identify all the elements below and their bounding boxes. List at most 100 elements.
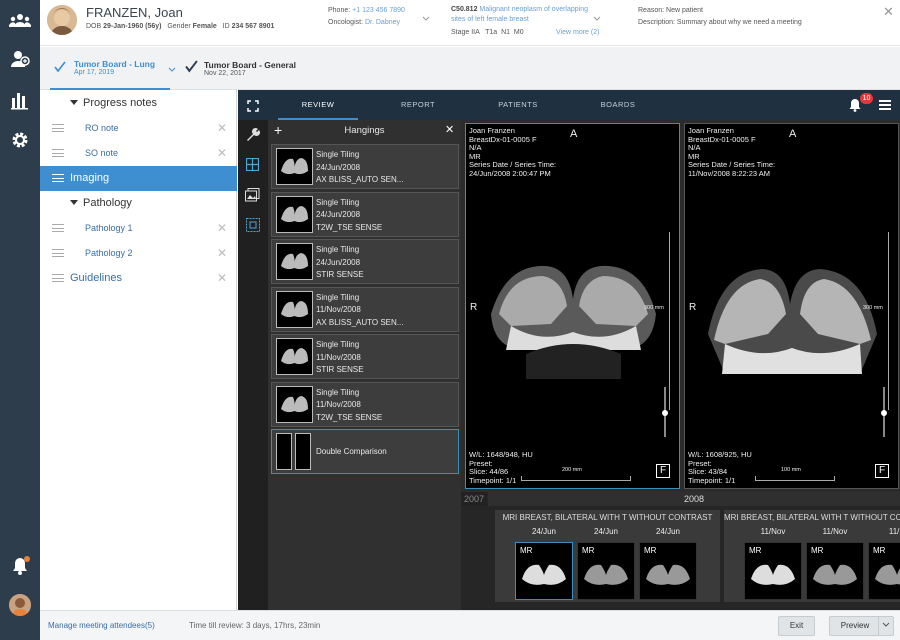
sidebar-item-imaging[interactable]: Imaging [40, 166, 237, 191]
user-avatar[interactable] [9, 594, 31, 616]
sidebar-item-ro-note[interactable]: RO note ✕ [40, 116, 237, 141]
hanging-item[interactable]: Double Comparison [271, 429, 459, 474]
scale-label-h: 100 mm [781, 467, 801, 473]
chart-icon[interactable] [9, 89, 31, 111]
tab-boards[interactable]: BOARDS [578, 90, 658, 120]
sidebar-item-progress-notes[interactable]: Progress notes [40, 91, 237, 116]
users-icon[interactable] [9, 48, 31, 70]
series-thumbnail[interactable]: MR [577, 542, 635, 600]
sidebar-item-pathology-2[interactable]: Pathology 2 ✕ [40, 241, 237, 266]
series-date: 11/Nov [822, 527, 848, 536]
hanging-item[interactable]: Single Tiling 24/Jun/2008 T2W_TSE SENSE [271, 191, 459, 237]
sidebar-item-so-note[interactable]: SO note ✕ [40, 141, 237, 166]
tab-review[interactable]: REVIEW [278, 90, 358, 120]
description-value: Summary about why we need a meeting [676, 19, 802, 26]
viewport-1[interactable]: Joan Franzen BreastDx-01-0005 F N/A MR S… [465, 123, 680, 489]
drag-handle-icon[interactable] [52, 124, 64, 132]
chevron-down-icon[interactable] [593, 9, 601, 27]
board-tab-lung[interactable]: Tumor Board - Lung Apr 17, 2019 [50, 47, 176, 90]
chevron-down-icon[interactable] [168, 60, 176, 78]
menu-icon[interactable] [879, 100, 891, 110]
tab-patients[interactable]: PATIENTS [478, 90, 558, 120]
close-icon[interactable]: ✕ [883, 4, 894, 20]
series-thumbnail[interactable]: MR [806, 542, 864, 600]
drag-handle-icon[interactable] [52, 249, 64, 257]
chevron-down-icon[interactable] [422, 9, 430, 21]
sidebar-item-guidelines[interactable]: Guidelines ✕ [40, 266, 237, 291]
vertical-scale [665, 232, 670, 410]
notification-badge: 10 [860, 93, 873, 104]
hanging-text: Single Tiling 24/Jun/2008 T2W_TSE SENSE [316, 197, 382, 235]
patient-name: FRANZEN, Joan [86, 5, 183, 20]
drag-handle-icon[interactable] [52, 174, 64, 182]
slice-slider[interactable] [881, 387, 887, 437]
series-date: 24/Jun [531, 527, 557, 536]
hanging-item[interactable]: Single Tiling 11/Nov/2008 T2W_TSE SENSE [271, 381, 459, 427]
hanging-item[interactable]: Single Tiling 11/Nov/2008 AX BLISS_AUTO SE… [271, 286, 459, 332]
tab-report[interactable]: REPORT [378, 90, 458, 120]
hanging-item[interactable]: Single Tiling 24/Jun/2008 STIR SENSE [271, 239, 459, 284]
close-icon[interactable]: ✕ [217, 271, 227, 285]
drag-handle-icon[interactable] [52, 149, 64, 157]
series-thumbnail[interactable]: MR [868, 542, 900, 600]
phone-link[interactable]: +1 123 456 7890 [352, 7, 405, 14]
gear-icon[interactable] [9, 129, 31, 151]
timeline-year[interactable]: 2007 [461, 492, 487, 506]
hanging-item[interactable]: Single Tiling 24/Jun/2008 AX BLISS_AUTO SE… [271, 144, 459, 189]
board-tab-general[interactable]: Tumor Board - General Nov 22, 2017 [185, 47, 315, 90]
orientation-corner: F [875, 464, 889, 478]
scale-label-h: 200 mm [562, 467, 582, 473]
close-icon[interactable]: ✕ [217, 221, 227, 235]
hangings-panel: + Hangings ✕ Single Tiling 24/Jun/2008 AX … [268, 120, 461, 610]
gender-value: Female [192, 23, 217, 30]
drag-handle-icon[interactable] [52, 274, 64, 282]
close-icon[interactable]: ✕ [445, 123, 454, 136]
series-thumbnail[interactable]: MR [744, 542, 802, 600]
preview-button[interactable]: Preview [829, 616, 881, 636]
close-icon[interactable]: ✕ [217, 121, 227, 135]
diagnosis-code: C50.812 [451, 6, 478, 13]
bell-icon[interactable] [849, 98, 861, 117]
modality: MR [520, 546, 533, 555]
sidebar-item-pathology[interactable]: Pathology [40, 191, 237, 216]
chevron-down-icon [882, 622, 890, 627]
manage-attendees-link[interactable]: Manage meeting attendees(5) [48, 621, 155, 630]
hanging-protocol-icon[interactable] [246, 218, 260, 237]
series-datetime: 24/Jun/2008 2:00:47 PM [469, 168, 551, 178]
hanging-series: STIR SENSE [316, 270, 364, 280]
drag-handle-icon[interactable] [52, 224, 64, 232]
oncologist-link[interactable]: Dr. Dabney [365, 19, 400, 26]
wrench-icon[interactable] [245, 127, 261, 147]
patient-id: BreastDx-01-0005 F [688, 134, 756, 144]
preview-dropdown[interactable] [878, 616, 894, 636]
layout-grid-icon[interactable] [245, 157, 260, 176]
exit-button[interactable]: Exit [778, 616, 815, 636]
hanging-item[interactable]: Single Tiling 11/Nov/2008 STIR SENSE [271, 334, 459, 379]
series-stack-icon[interactable] [245, 188, 260, 207]
viewport-status: W/L: 1608/925, HU Preset: Slice: 43/84 T… [688, 450, 752, 485]
slider-thumb[interactable] [881, 410, 887, 416]
slider-thumb[interactable] [662, 410, 668, 416]
sidebar-item-pathology-1[interactable]: Pathology 1 ✕ [40, 216, 237, 241]
hanging-date: 11/Nov/2008 [316, 352, 361, 362]
fullscreen-icon[interactable] [247, 99, 259, 117]
patient-demographics: DOB 29-Jan-1960 (56y) Gender Female ID 2… [86, 21, 274, 33]
view-more-link[interactable]: View more (2) [556, 27, 599, 39]
timeline-year[interactable]: 2008 [488, 492, 900, 506]
group-icon[interactable] [8, 10, 32, 32]
viewport-2[interactable]: Joan Franzen BreastDx-01-0005 F N/A MR S… [684, 123, 899, 489]
series-thumbnail[interactable]: MR [515, 542, 573, 600]
orientation-corner: F [656, 464, 670, 478]
id-value: 234 567 8901 [231, 23, 275, 30]
close-icon[interactable]: ✕ [217, 146, 227, 160]
patient-photo [47, 5, 77, 35]
modality: MR [873, 546, 886, 555]
slice-slider[interactable] [662, 387, 668, 437]
bell-icon[interactable] [9, 555, 31, 577]
series-thumbnail[interactable]: MR [639, 542, 697, 600]
hanging-title: Single Tiling [316, 245, 360, 254]
close-icon[interactable]: ✕ [217, 246, 227, 260]
diagnosis: C50.812 Malignant neoplasm of overlappin… [451, 5, 596, 25]
sidebar-item-label: Progress notes [83, 97, 157, 109]
hanging-date: 11/Nov/2008 [316, 305, 361, 315]
